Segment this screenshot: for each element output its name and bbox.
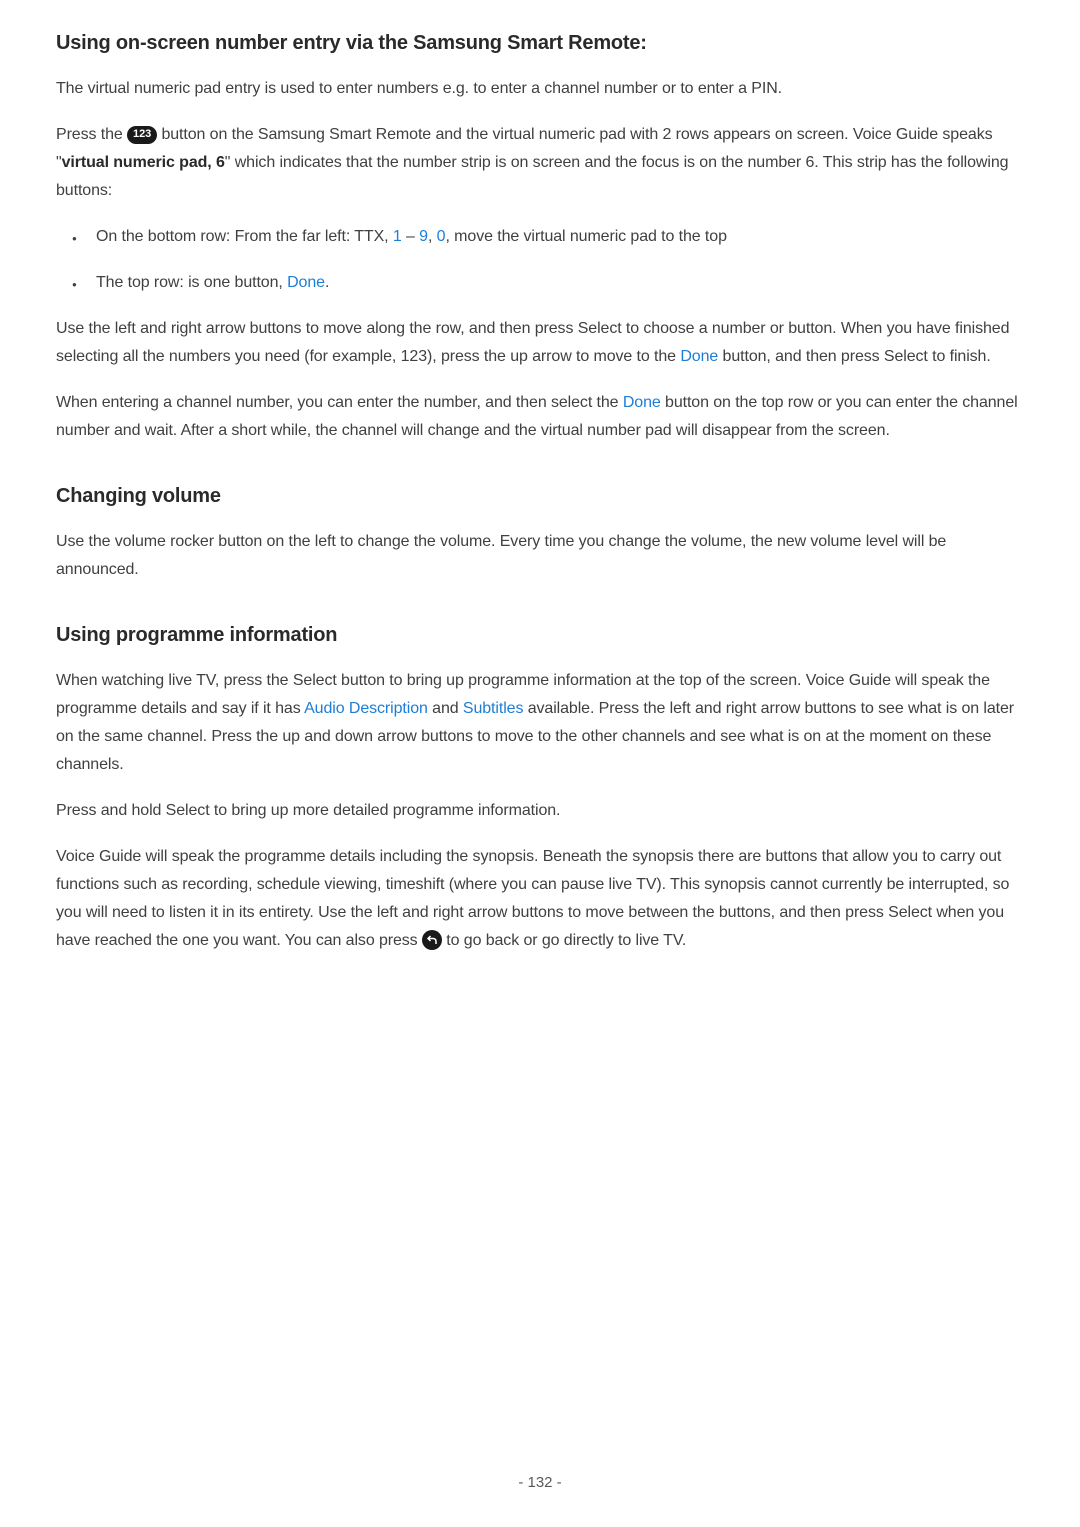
text-fragment: The top row: is one button,	[96, 274, 287, 291]
bold-text: virtual numeric pad, 6	[62, 154, 225, 171]
link-done: Done	[623, 394, 661, 411]
text-fragment: When entering a channel number, you can …	[56, 394, 623, 411]
page-number: - 132 -	[0, 1474, 1080, 1491]
back-return-icon	[422, 930, 442, 950]
link-subtitles: Subtitles	[463, 700, 523, 717]
text-fragment: ,	[428, 228, 437, 245]
link-done: Done	[287, 274, 325, 291]
paragraph: The virtual numeric pad entry is used to…	[56, 75, 1024, 103]
link-number-1: 1	[393, 228, 402, 245]
list-item: The top row: is one button, Done.	[96, 269, 1024, 297]
heading-changing-volume: Changing volume	[56, 485, 1024, 508]
paragraph: Press and hold Select to bring up more d…	[56, 797, 1024, 825]
text-fragment: .	[325, 274, 329, 291]
text-fragment: Press the	[56, 126, 127, 143]
paragraph: Use the volume rocker button on the left…	[56, 528, 1024, 584]
paragraph: When entering a channel number, you can …	[56, 389, 1024, 445]
paragraph: Use the left and right arrow buttons to …	[56, 315, 1024, 371]
link-audio-description: Audio Description	[304, 700, 428, 717]
remote-123-icon: 123	[127, 126, 157, 144]
text-fragment: to go back or go directly to live TV.	[442, 932, 686, 949]
text-fragment: –	[402, 228, 420, 245]
heading-number-entry: Using on-screen number entry via the Sam…	[56, 32, 1024, 55]
bullet-list: On the bottom row: From the far left: TT…	[56, 223, 1024, 297]
paragraph: When watching live TV, press the Select …	[56, 667, 1024, 779]
link-done: Done	[680, 348, 718, 365]
text-fragment: , move the virtual numeric pad to the to…	[445, 228, 726, 245]
text-fragment: and	[428, 700, 463, 717]
paragraph: Voice Guide will speak the programme det…	[56, 843, 1024, 955]
link-number-9: 9	[419, 228, 428, 245]
paragraph: Press the 123 button on the Samsung Smar…	[56, 121, 1024, 205]
text-fragment: button, and then press Select to finish.	[718, 348, 991, 365]
heading-programme-info: Using programme information	[56, 624, 1024, 647]
list-item: On the bottom row: From the far left: TT…	[96, 223, 1024, 251]
text-fragment: On the bottom row: From the far left: TT…	[96, 228, 393, 245]
